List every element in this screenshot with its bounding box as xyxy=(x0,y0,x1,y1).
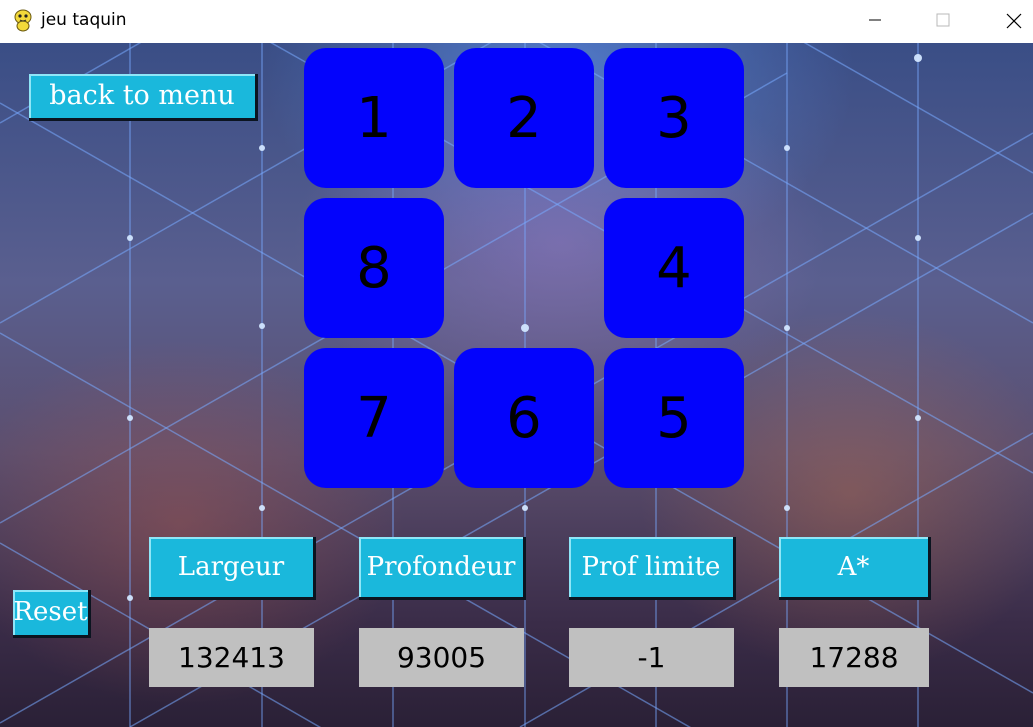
puzzle-tile[interactable]: 6 xyxy=(454,348,594,488)
profondeur-button[interactable]: Profondeur xyxy=(359,537,526,600)
puzzle-tile[interactable]: 7 xyxy=(304,348,444,488)
minimize-icon xyxy=(869,19,881,21)
puzzle-tile[interactable]: 5 xyxy=(604,348,744,488)
a-star-result: 17288 xyxy=(779,628,929,687)
minimize-button[interactable] xyxy=(852,0,898,42)
prof-limite-result: -1 xyxy=(569,628,734,687)
close-icon xyxy=(1006,13,1022,29)
puzzle-tile[interactable]: 8 xyxy=(304,198,444,338)
profondeur-result: 93005 xyxy=(359,628,524,687)
maximize-icon xyxy=(936,13,950,27)
puzzle-tile[interactable]: 3 xyxy=(604,48,744,188)
game-canvas: back to menu 1 2 3 8 4 7 6 5 Largeur Pro… xyxy=(0,43,1033,727)
title-bar: jeu taquin xyxy=(0,0,1033,44)
puzzle-tile[interactable]: 1 xyxy=(304,48,444,188)
back-to-menu-button[interactable]: back to menu xyxy=(29,74,258,121)
largeur-result: 132413 xyxy=(149,628,314,687)
close-button[interactable] xyxy=(990,0,1033,42)
a-star-button[interactable]: A* xyxy=(779,537,931,600)
puzzle-tile[interactable]: 2 xyxy=(454,48,594,188)
prof-limite-button[interactable]: Prof limite xyxy=(569,537,736,600)
window-title: jeu taquin xyxy=(41,10,127,30)
maximize-button[interactable] xyxy=(920,0,966,42)
puzzle-tile[interactable]: 4 xyxy=(604,198,744,338)
reset-button[interactable]: Reset xyxy=(13,590,91,638)
largeur-button[interactable]: Largeur xyxy=(149,537,316,600)
pygame-snake-icon xyxy=(14,9,32,32)
